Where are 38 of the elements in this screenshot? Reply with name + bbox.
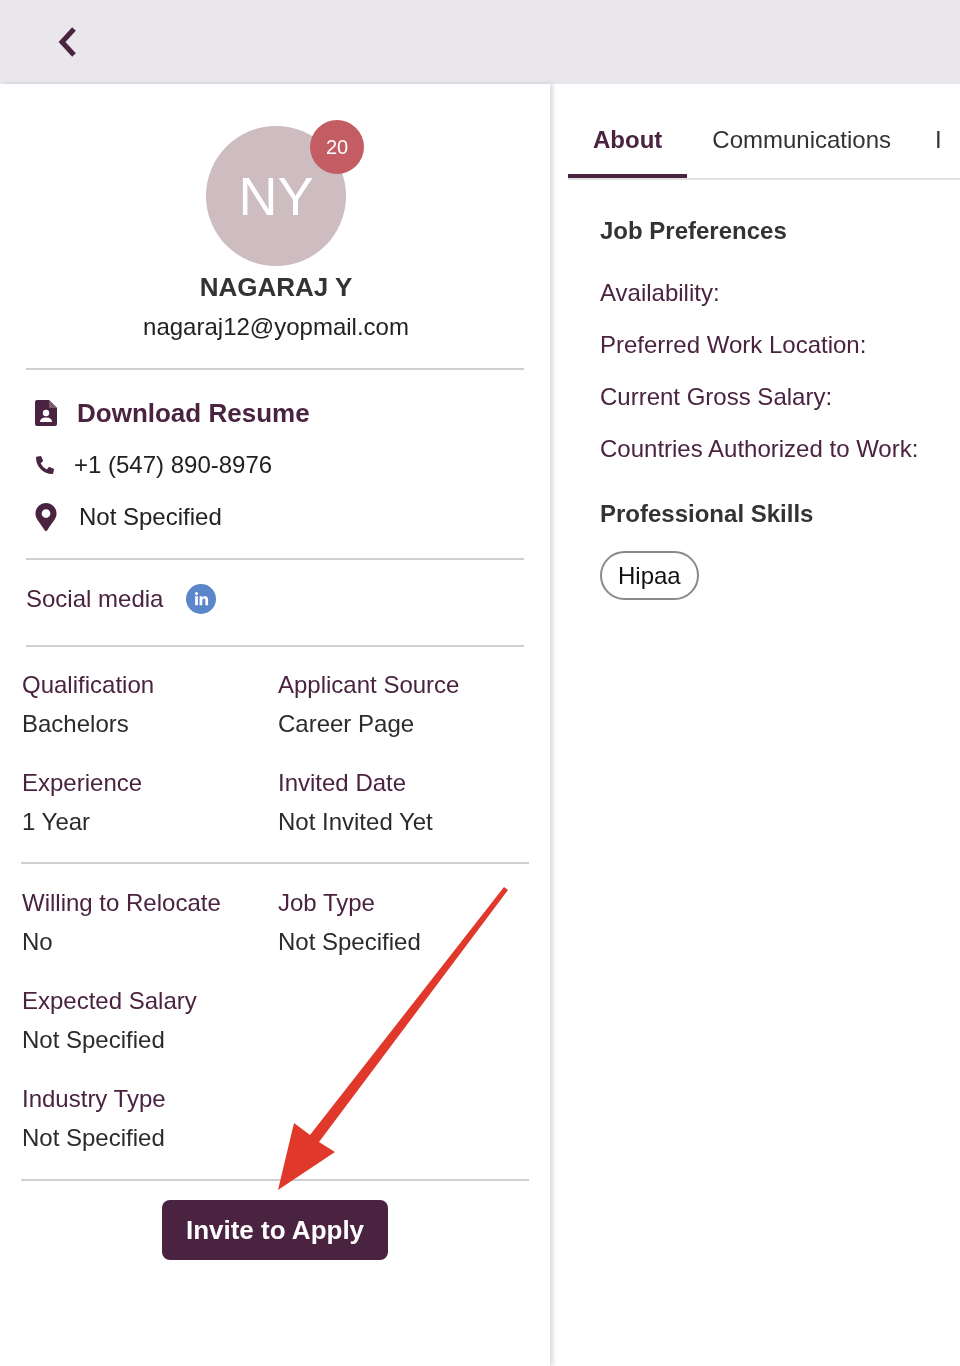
field-label: Experience <box>22 769 144 797</box>
social-media-label: Social media <box>26 585 164 613</box>
field-label: Applicant Source <box>278 671 461 699</box>
field-value: 1 Year <box>22 808 92 836</box>
field-value: Not Invited Yet <box>278 808 434 836</box>
field-value: Not Specified <box>278 928 422 956</box>
tab[interactable]: About <box>568 100 688 178</box>
candidate-name: NAGARAJ Y <box>199 272 353 302</box>
count-badge: 20 <box>310 120 364 174</box>
location-pin-icon <box>35 503 57 531</box>
field-label: Industry Type <box>22 1085 167 1113</box>
chevron-left-icon <box>58 26 78 58</box>
preference-label: Availability: <box>600 279 721 307</box>
invite-to-apply-button[interactable]: Invite to Apply <box>162 1200 388 1260</box>
candidate-email: nagaraj12@yopmail.com <box>143 313 409 341</box>
field-label: Qualification <box>22 671 156 699</box>
preference-label: Current Gross Salary: <box>600 383 834 411</box>
section-heading: Job Preferences <box>600 217 788 245</box>
field-label: Invited Date <box>278 769 408 797</box>
skill-chip: Hipaa <box>600 551 699 600</box>
location-text: Not Specified <box>79 503 222 531</box>
field-label: Willing to Relocate <box>22 889 222 917</box>
field-label: Expected Salary <box>22 987 198 1015</box>
field-value: Career Page <box>278 710 416 738</box>
linkedin-icon[interactable] <box>186 584 217 614</box>
field-value: Not Specified <box>22 1124 166 1152</box>
tab[interactable]: I <box>916 100 942 178</box>
preference-label: Preferred Work Location: <box>600 331 868 359</box>
phone-number: +1 (547) 890-8976 <box>74 451 273 479</box>
download-resume-link[interactable]: Download Resume <box>35 398 310 428</box>
section-heading: Professional Skills <box>600 500 815 528</box>
field-label: Job Type <box>278 889 376 917</box>
field-value: Not Specified <box>22 1026 166 1054</box>
field-value: No <box>22 928 54 956</box>
tab[interactable]: Communications <box>687 100 917 178</box>
preference-label: Countries Authorized to Work: <box>600 435 920 463</box>
field-value: Bachelors <box>22 710 130 738</box>
resume-document-icon <box>35 400 57 426</box>
